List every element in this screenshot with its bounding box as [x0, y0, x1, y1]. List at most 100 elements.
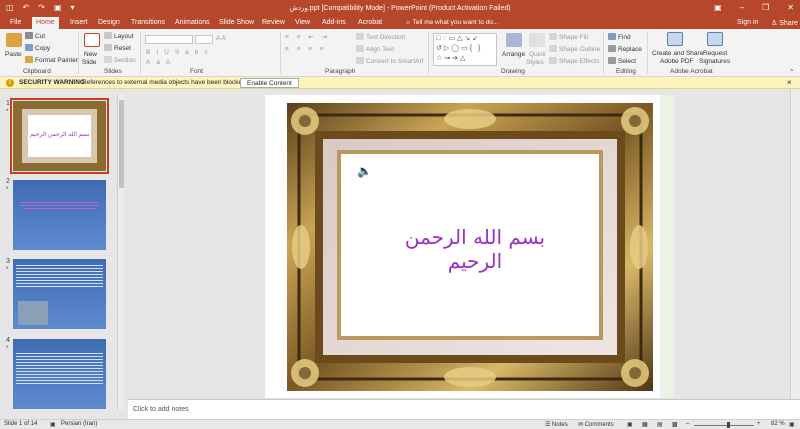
font-color-buttons[interactable]: AaA — [146, 59, 176, 66]
create-share-pdf-button[interactable]: Create and Share — [652, 50, 703, 57]
slide-canvas[interactable]: 🔈 بسم الله الرحمن الرحيم — [265, 95, 674, 398]
text-direction-icon — [356, 33, 364, 40]
shapes-gallery[interactable]: □◌▭△↘↙ ↺▷◯▭{ } ☆↝➔△ — [433, 33, 497, 66]
enable-content-button[interactable]: Enable Content — [240, 78, 299, 88]
share-button[interactable]: ♙ Share — [771, 19, 798, 27]
thumbnails-scrollbar[interactable] — [117, 94, 124, 410]
tab-slide-show[interactable]: Slide Show — [215, 18, 258, 27]
speaker-icon[interactable]: 🔈 — [357, 164, 372, 178]
arrange-icon[interactable] — [506, 33, 522, 47]
new-slide-button[interactable]: New — [84, 51, 97, 58]
slide-counter: Slide 1 of 14 — [4, 421, 38, 427]
align-buttons[interactable]: ≡ ≡ ≡ ≡ — [285, 46, 327, 53]
arrange-button[interactable]: Arrange — [502, 51, 525, 58]
paste-button[interactable]: Paste — [5, 51, 22, 58]
tab-file[interactable]: File — [6, 18, 25, 27]
comments-toggle[interactable]: ✉ Comments — [578, 421, 614, 428]
paragraph-group-label: Paragraph — [325, 68, 356, 75]
slide-thumbnail-1[interactable]: بسم الله الرحمن الرحيم — [10, 98, 109, 174]
font-size-box[interactable] — [195, 35, 213, 44]
notes-toggle[interactable]: ☰ Notes — [545, 421, 568, 428]
brush-icon — [25, 56, 33, 63]
drawing-group-label: Drawing — [501, 68, 525, 75]
fit-to-window-icon[interactable]: ▣ — [789, 421, 795, 428]
close-warning-icon[interactable]: × — [787, 78, 792, 87]
layout-button[interactable]: Layout — [104, 32, 134, 40]
new-slide-label[interactable]: Slide — [82, 59, 96, 66]
zoom-out-button[interactable]: – — [686, 421, 689, 427]
tab-review[interactable]: Review — [258, 18, 289, 27]
tab-transitions[interactable]: Transitions — [127, 18, 169, 27]
request-signatures-button[interactable]: Request — [703, 50, 727, 57]
layout-icon — [104, 32, 112, 39]
request-signatures-label[interactable]: Signatures — [699, 58, 730, 65]
quick-styles-icon[interactable] — [529, 33, 545, 47]
shape-fill-button[interactable]: Shape Fill — [549, 33, 588, 41]
thumb-transition-marker: * — [6, 187, 9, 193]
cursor-icon — [608, 57, 616, 64]
scrollbar-thumb[interactable] — [119, 100, 124, 188]
new-slide-icon[interactable] — [84, 33, 100, 47]
sign-in-link[interactable]: Sign in — [737, 19, 758, 26]
section-button[interactable]: Section — [104, 56, 136, 64]
quick-styles-label[interactable]: Styles — [526, 59, 544, 66]
create-pdf-icon[interactable] — [667, 32, 683, 46]
tab-view[interactable]: View — [291, 18, 314, 27]
status-bar: Slide 1 of 14 ▣ Persian (Iran) ☰ Notes ✉… — [0, 419, 800, 429]
ribbon-display-icon[interactable]: ▣ — [714, 3, 722, 12]
restore-icon[interactable]: ❐ — [762, 3, 769, 12]
slide-scrollbar[interactable] — [790, 89, 800, 399]
zoom-in-button[interactable]: + — [757, 421, 761, 427]
tab-insert[interactable]: Insert — [66, 18, 92, 27]
font-format-buttons[interactable]: BIUSabc — [146, 49, 214, 56]
align-text-button[interactable]: Align Text — [356, 45, 394, 53]
tab-add-ins[interactable]: Add-ins — [318, 18, 350, 27]
thumb-number: 2 — [6, 178, 10, 185]
select-button[interactable]: Select — [608, 57, 636, 65]
slide-thumbnail-3[interactable] — [13, 259, 106, 329]
slides-group-label: Slides — [104, 68, 122, 75]
tab-home[interactable]: Home — [32, 17, 59, 29]
find-button[interactable]: Find — [608, 33, 631, 41]
slide-thumbnail-4[interactable] — [13, 339, 106, 409]
close-icon[interactable]: ✕ — [787, 3, 794, 12]
slide-title-text[interactable]: بسم الله الرحمن الرحيم — [375, 225, 575, 273]
lightbulb-icon: ☼ — [405, 19, 413, 26]
smartart-button[interactable]: Convert to SmartArt — [356, 57, 423, 65]
tab-acrobat[interactable]: Acrobat — [354, 18, 386, 27]
notes-pane[interactable]: Click to add notes — [128, 399, 800, 419]
text-direction-button[interactable]: Text Direction — [356, 33, 405, 41]
paste-icon[interactable] — [6, 33, 22, 47]
format-painter-button[interactable]: Format Painter — [25, 56, 78, 64]
spell-check-icon[interactable]: ▣ — [50, 421, 56, 428]
slide-thumbnail-2[interactable] — [13, 180, 106, 250]
cut-button[interactable]: Cut — [25, 32, 45, 40]
zoom-level[interactable]: 82 % — [771, 421, 785, 427]
language-indicator[interactable]: Persian (Iran) — [61, 421, 97, 427]
request-signature-icon[interactable] — [707, 32, 723, 46]
shape-effects-button[interactable]: Shape Effects — [549, 57, 599, 65]
replace-button[interactable]: Replace — [608, 45, 642, 53]
thumb-transition-marker: * — [6, 267, 9, 273]
font-name-box[interactable] — [145, 35, 193, 44]
slideshow-view-icon[interactable]: ▩ — [672, 421, 678, 428]
slide-sorter-icon[interactable]: ▦ — [642, 421, 648, 428]
collapse-ribbon-icon[interactable]: ⌃ — [789, 68, 794, 76]
zoom-slider[interactable] — [694, 425, 754, 426]
notes-placeholder[interactable]: Click to add notes — [133, 406, 189, 413]
scissors-icon — [25, 32, 33, 39]
reading-view-icon[interactable]: ▤ — [657, 421, 663, 428]
list-buttons[interactable]: ≡ ≡ ⇤ ⇥ — [285, 33, 330, 41]
tell-me-box[interactable]: ☼ Tell me what you want to do... — [405, 19, 498, 26]
shape-outline-button[interactable]: Shape Outline — [549, 45, 600, 53]
reset-button[interactable]: Reset — [104, 44, 131, 52]
zoom-slider-thumb[interactable] — [727, 422, 730, 428]
minimize-icon[interactable]: – — [740, 3, 744, 12]
quick-styles-button[interactable]: Quick — [529, 51, 546, 58]
tab-design[interactable]: Design — [94, 18, 124, 27]
tab-animations[interactable]: Animations — [171, 18, 214, 27]
create-share-pdf-label[interactable]: Adobe PDF — [660, 58, 694, 65]
normal-view-icon[interactable]: ▣ — [627, 421, 633, 428]
grow-font-icon[interactable]: A A — [216, 35, 226, 42]
copy-button[interactable]: Copy — [25, 44, 50, 52]
